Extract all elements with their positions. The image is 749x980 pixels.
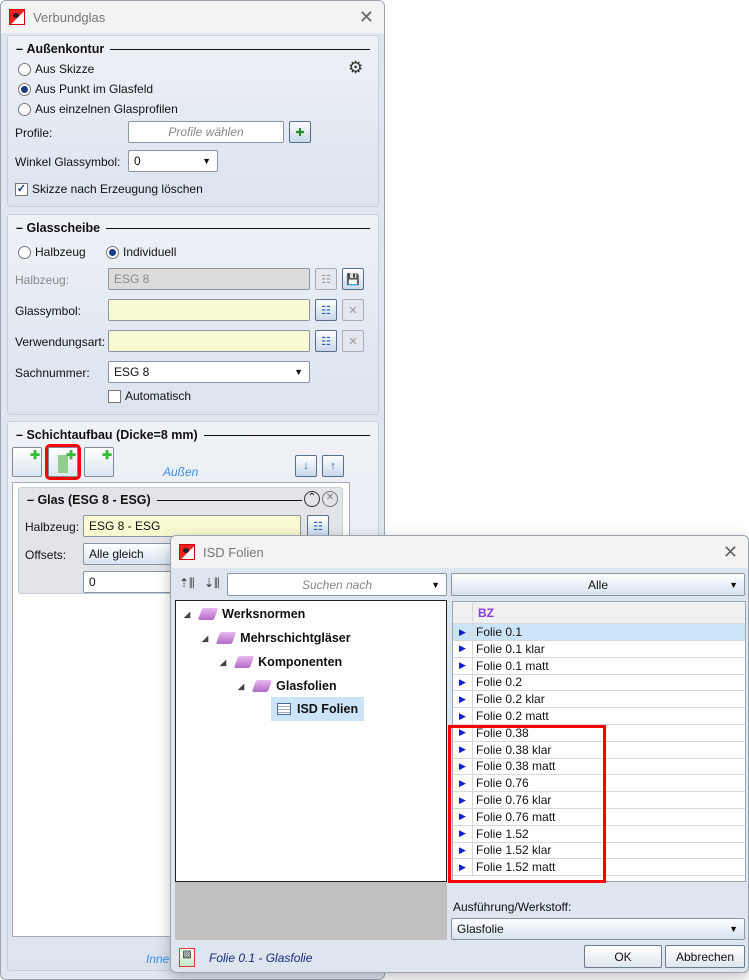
- offsets-label: Offsets:: [25, 548, 67, 562]
- row-marker-icon: ▶: [453, 640, 473, 657]
- profile-select-icon[interactable]: ✚: [289, 121, 311, 143]
- table-icon: ☷: [315, 268, 337, 290]
- table-icon[interactable]: ☷: [315, 330, 337, 352]
- cancel-button[interactable]: Abbrechen: [665, 945, 745, 968]
- table-icon[interactable]: ☷: [307, 515, 329, 537]
- row-marker-icon: ▶: [453, 708, 473, 724]
- grid-row[interactable]: ▶ Folie 0.1: [453, 624, 745, 641]
- winkel-dropdown[interactable]: 0: [128, 150, 218, 172]
- halbzeug-label: Halbzeug:: [25, 520, 80, 534]
- status-text: Folie 0.1 - Glasfolie: [209, 951, 313, 965]
- skizze-loeschen-checkbox[interactable]: ✓ Skizze nach Erzeugung löschen: [15, 182, 203, 197]
- glassymbol-input[interactable]: [108, 299, 310, 321]
- app-icon: [179, 544, 195, 560]
- highlight-box: [448, 725, 606, 883]
- tree-item[interactable]: ◢ Komponenten: [220, 655, 342, 669]
- grid-row[interactable]: ▶ Folie 0.1 klar: [453, 640, 745, 658]
- grid-row[interactable]: ▶ Folie 0.1 matt: [453, 657, 745, 675]
- grid-header[interactable]: .BZ: [453, 602, 745, 624]
- ausfuehrung-dropdown[interactable]: Glasfolie: [451, 918, 745, 940]
- app-icon: [9, 9, 25, 25]
- dialog-title: ISD Folien: [203, 544, 264, 560]
- automatisch-checkbox[interactable]: Automatisch: [108, 389, 191, 404]
- close-icon[interactable]: ✕: [359, 7, 374, 28]
- halbzeug-label: Halbzeug:: [15, 273, 70, 287]
- radio-individuell[interactable]: Individuell: [106, 245, 176, 260]
- tree-item[interactable]: ◢ Mehrschichtgläser: [202, 631, 351, 645]
- glassymbol-label: Glassymbol:: [15, 304, 82, 318]
- gear-icon[interactable]: ⚙: [348, 58, 363, 78]
- row-marker-icon: ▶: [453, 691, 473, 708]
- glasscheibe-panel: – Glasscheibe Halbzeug Individuell Halbz…: [7, 214, 379, 415]
- grid-row[interactable]: ▶ Folie 0.2 klar: [453, 691, 745, 709]
- section-heading: – Schichtaufbau (Dicke=8 mm): [16, 428, 370, 442]
- aussen-label: Außen: [163, 465, 199, 479]
- section-heading: – Glas (ESG 8 - ESG): [27, 493, 302, 507]
- glas-halbzeug-input[interactable]: ESG 8 - ESG: [83, 515, 301, 537]
- title-bar: Verbundglas ✕: [1, 1, 384, 33]
- window-title: Verbundglas: [33, 9, 106, 25]
- ausfuehrung-label: Ausführung/Werkstoff:: [453, 900, 572, 914]
- profile-input[interactable]: Profile wählen: [128, 121, 284, 143]
- ok-button[interactable]: OK: [584, 945, 662, 968]
- radio-halbzeug[interactable]: Halbzeug: [18, 245, 86, 260]
- sachnummer-dropdown[interactable]: ESG 8: [108, 361, 310, 383]
- row-marker-icon: ▶: [453, 657, 473, 674]
- image-icon[interactable]: ▧: [179, 948, 195, 967]
- row-label: Folie 0.1: [476, 625, 523, 639]
- row-label: Folie 0.2 matt: [476, 709, 549, 723]
- section-heading: – Glasscheibe: [16, 221, 370, 235]
- row-label: Folie 0.2 klar: [476, 692, 545, 707]
- move-down-icon[interactable]: ↓: [295, 455, 317, 477]
- move-up-icon[interactable]: ↑: [322, 455, 344, 477]
- row-label: Folie 0.2: [476, 675, 523, 690]
- row-label: Folie 0.1 klar: [476, 641, 545, 656]
- section-heading: – Außenkontur: [16, 42, 370, 56]
- table-icon: [277, 703, 291, 715]
- save-icon[interactable]: 💾: [342, 268, 364, 290]
- radio-aus-skizze[interactable]: Aus Skizze: [18, 62, 94, 77]
- grid-row[interactable]: ▶ Folie 0.2: [453, 674, 745, 692]
- sachnummer-label: Sachnummer:: [15, 366, 90, 380]
- aussenkontur-panel: – Außenkontur Aus Skizze Aus Punkt im Gl…: [7, 35, 379, 207]
- row-marker-icon: ▶: [453, 674, 473, 691]
- verwendungsart-input[interactable]: [108, 330, 310, 352]
- remove-icon[interactable]: ✕: [322, 491, 338, 507]
- clear-icon: ✕: [342, 330, 364, 352]
- add-frame-button[interactable]: ✚: [84, 447, 114, 477]
- verwendungsart-label: Verwendungsart:: [15, 335, 106, 349]
- row-marker-icon: ▶: [453, 624, 473, 640]
- isd-folien-dialog: ISD Folien ✕ ⇡⫼ ⇣⫼ Suchen nach Alle ◢Werk…: [170, 535, 749, 973]
- profile-label: Profile:: [15, 126, 53, 140]
- radio-aus-glasprofilen[interactable]: Aus einzelnen Glasprofilen: [18, 102, 178, 117]
- tree-item[interactable]: ◢ Werksnormen: [184, 607, 305, 621]
- table-icon[interactable]: ☷: [315, 299, 337, 321]
- add-foil-button[interactable]: ✚: [45, 444, 81, 480]
- tree-item[interactable]: ◢ Glasfolien: [238, 679, 337, 693]
- filter-dropdown[interactable]: Alle: [451, 573, 745, 596]
- close-icon[interactable]: ✕: [723, 542, 738, 563]
- search-input[interactable]: Suchen nach: [227, 573, 447, 596]
- winkel-label: Winkel Glassymbol:: [15, 155, 121, 169]
- expand-all-icon[interactable]: ⇡⫼: [179, 576, 195, 591]
- grid-row[interactable]: ▶ Folie 0.2 matt: [453, 708, 745, 725]
- tree-item-selected[interactable]: ISD Folien: [271, 697, 365, 721]
- collapse-all-icon[interactable]: ⇣⫼: [204, 576, 220, 591]
- tree-view: ◢ Werksnormen ◢ Mehrschichtgläser ◢ Kompone…: [175, 600, 447, 882]
- halbzeug-input: ESG 8: [108, 268, 310, 290]
- preview-area: [175, 882, 447, 940]
- collapse-icon[interactable]: ⌃: [304, 491, 320, 507]
- radio-aus-punkt[interactable]: Aus Punkt im Glasfeld: [18, 82, 153, 97]
- row-label: Folie 0.1 matt: [476, 658, 549, 673]
- clear-icon: ✕: [342, 299, 364, 321]
- add-glass-button[interactable]: ✚: [12, 447, 42, 477]
